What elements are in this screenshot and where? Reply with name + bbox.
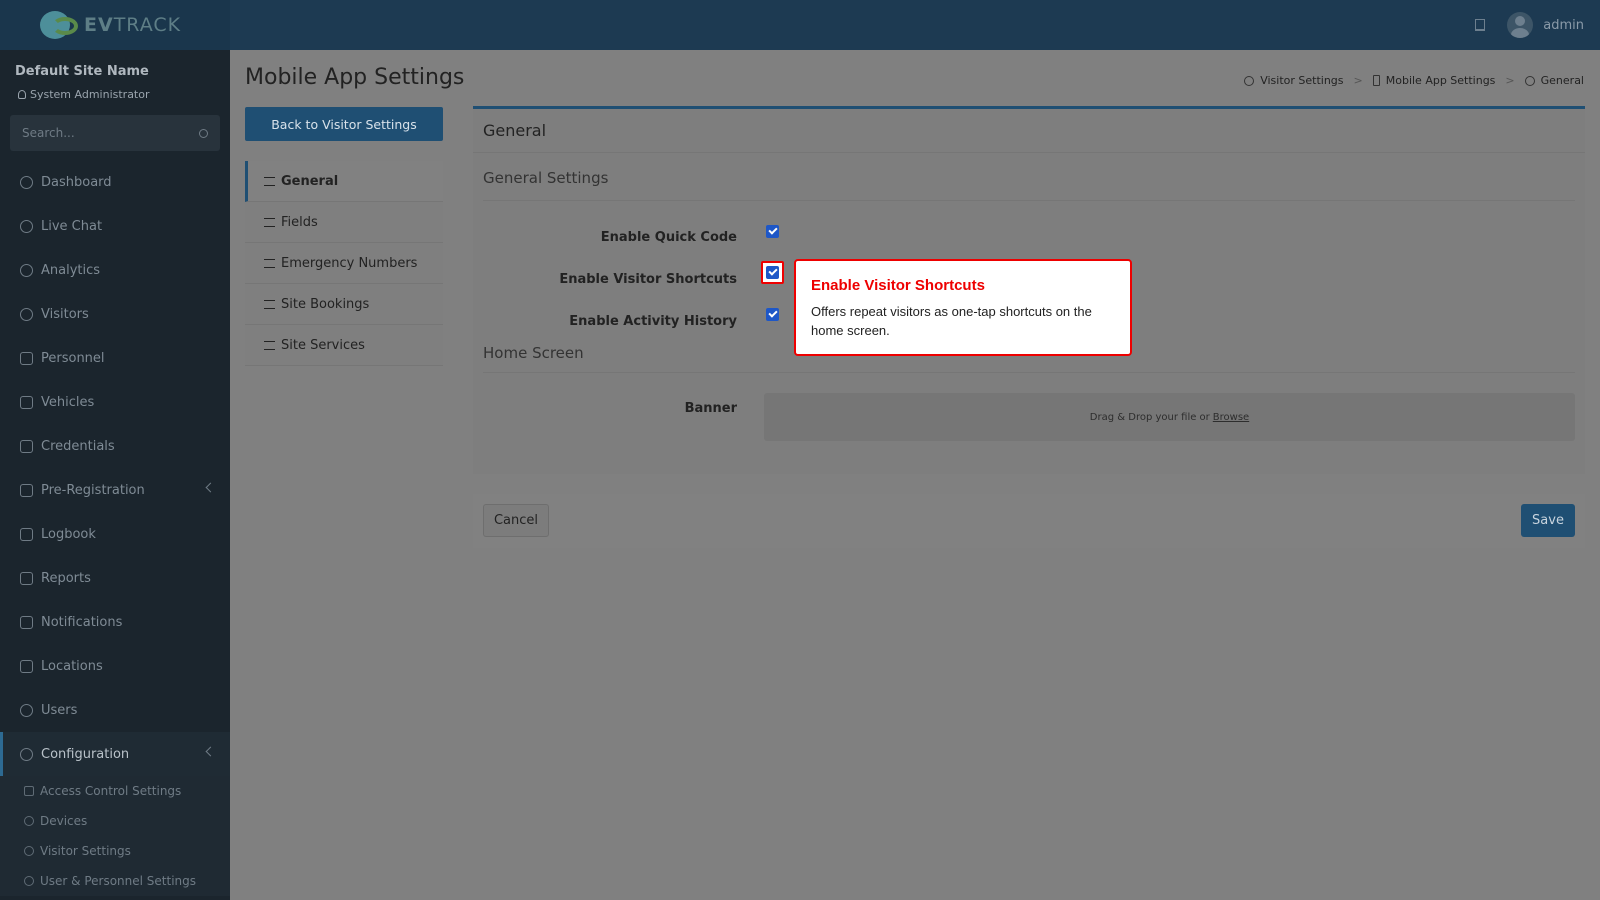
calendar-icon — [264, 299, 275, 309]
personnel-icon — [20, 351, 33, 365]
configuration-submenu: Access Control Settings Devices Visitor … — [0, 776, 230, 896]
breadcrumb-general: General — [1540, 74, 1584, 87]
form-actions: Cancel Save — [473, 494, 1585, 548]
search-input[interactable] — [22, 126, 182, 140]
label-banner: Banner — [684, 401, 737, 416]
chevron-left-icon — [205, 746, 216, 757]
tooltip-enable-visitor-shortcuts: Enable Visitor Shortcuts Offers repeat v… — [794, 259, 1132, 356]
logo-text: EVTRACK — [84, 14, 182, 36]
label-enable-activity-history: Enable Activity History — [569, 314, 737, 329]
sidebar: Default Site Name System Administrator D… — [0, 50, 230, 900]
checkbox-enable-activity-history[interactable] — [766, 308, 779, 321]
sidebar-item-notifications[interactable]: Notifications — [0, 600, 230, 644]
user-menu[interactable]: admin — [1507, 12, 1584, 38]
vehicle-icon — [20, 395, 33, 409]
divider — [483, 200, 1575, 201]
sidebar-subitem-visitor-settings[interactable]: Visitor Settings — [0, 836, 230, 866]
checkbox-enable-visitor-shortcuts[interactable] — [766, 266, 779, 279]
building-icon[interactable] — [1475, 19, 1486, 31]
sidebar-search — [10, 115, 220, 151]
browse-link[interactable]: Browse — [1213, 412, 1249, 423]
lock-icon — [24, 786, 34, 796]
cancel-button[interactable]: Cancel — [483, 504, 549, 537]
user-role: System Administrator — [18, 88, 150, 101]
users-icon — [24, 876, 34, 886]
sidebar-item-visitors[interactable]: Visitors — [0, 292, 230, 336]
bell-icon — [264, 340, 275, 350]
site-name: Default Site Name — [15, 64, 149, 79]
avatar — [1507, 12, 1534, 38]
logo[interactable]: EVTRACK — [0, 0, 230, 50]
user-name: admin — [1543, 17, 1584, 33]
breadcrumb-separator: > — [1353, 74, 1363, 87]
sidebar-item-credentials[interactable]: Credentials — [0, 424, 230, 468]
devices-icon — [24, 816, 34, 826]
sidebar-item-dashboard[interactable]: Dashboard — [0, 160, 230, 204]
breadcrumb: Visitor Settings > Mobile App Settings >… — [1244, 74, 1584, 87]
logbook-icon — [20, 527, 33, 541]
gear-icon — [20, 747, 33, 761]
reports-icon — [20, 571, 33, 585]
tab-site-bookings[interactable]: Site Bookings — [245, 284, 443, 325]
save-button[interactable]: Save — [1521, 504, 1575, 537]
search-icon[interactable] — [199, 128, 208, 138]
credentials-icon — [20, 439, 33, 453]
tab-site-services[interactable]: Site Services — [245, 325, 443, 366]
sidebar-item-analytics[interactable]: Analytics — [0, 248, 230, 292]
arrows-icon — [20, 483, 33, 497]
divider — [483, 372, 1575, 373]
sidebar-item-reports[interactable]: Reports — [0, 556, 230, 600]
section-title-home-screen: Home Screen — [483, 344, 584, 362]
phone-icon — [1372, 75, 1380, 86]
tab-fields[interactable]: Fields — [245, 202, 443, 243]
label-enable-visitor-shortcuts: Enable Visitor Shortcuts — [559, 272, 737, 287]
tab-general[interactable]: General — [245, 161, 443, 202]
tooltip-body: Offers repeat visitors as one-tap shortc… — [811, 304, 1092, 338]
eye-icon — [1244, 75, 1255, 86]
breadcrumb-separator: > — [1505, 74, 1515, 87]
eye-icon — [24, 846, 34, 856]
gear-icon — [1524, 75, 1535, 86]
sidebar-subitem-access-control[interactable]: Access Control Settings — [0, 776, 230, 806]
locations-icon — [20, 659, 33, 673]
sidebar-item-locations[interactable]: Locations — [0, 644, 230, 688]
sidebar-item-personnel[interactable]: Personnel — [0, 336, 230, 380]
banner-dropzone[interactable]: Drag & Drop your file or Browse — [764, 393, 1575, 441]
checklist-icon — [264, 217, 275, 227]
notifications-icon — [20, 615, 33, 629]
users-icon — [20, 703, 33, 717]
top-bar: EVTRACK admin — [0, 0, 1600, 50]
checkbox-enable-quick-code[interactable] — [766, 225, 779, 238]
label-enable-quick-code: Enable Quick Code — [600, 230, 737, 245]
phone-icon — [264, 258, 275, 268]
analytics-icon — [20, 263, 33, 277]
eye-icon — [20, 307, 33, 321]
sidebar-nav: Dashboard Live Chat Analytics Visitors P… — [0, 160, 230, 896]
sidebar-item-live-chat[interactable]: Live Chat — [0, 204, 230, 248]
panel-title: General — [483, 121, 547, 140]
sidebar-item-vehicles[interactable]: Vehicles — [0, 380, 230, 424]
sidebar-item-logbook[interactable]: Logbook — [0, 512, 230, 556]
dashboard-icon — [20, 175, 33, 189]
headset-icon — [20, 219, 33, 233]
sidebar-item-pre-registration[interactable]: Pre-Registration — [0, 468, 230, 512]
sidebar-item-configuration[interactable]: Configuration — [0, 732, 230, 776]
breadcrumb-mobile-app-settings[interactable]: Mobile App Settings — [1386, 74, 1496, 87]
page-title: Mobile App Settings — [245, 65, 465, 90]
sidebar-subitem-user-personnel[interactable]: User & Personnel Settings — [0, 866, 230, 896]
breadcrumb-visitor-settings[interactable]: Visitor Settings — [1260, 74, 1343, 87]
chevron-left-icon — [205, 482, 216, 493]
tooltip-title: Enable Visitor Shortcuts — [811, 277, 985, 294]
sidebar-item-users[interactable]: Users — [0, 688, 230, 732]
back-to-visitor-settings-button[interactable]: Back to Visitor Settings — [245, 107, 443, 141]
section-title-general-settings: General Settings — [483, 169, 609, 187]
sliders-icon — [264, 176, 275, 186]
user-icon — [18, 90, 26, 99]
settings-tabs: General Fields Emergency Numbers Site Bo… — [245, 161, 443, 366]
globe-logo-icon — [38, 9, 82, 41]
tab-emergency-numbers[interactable]: Emergency Numbers — [245, 243, 443, 284]
sidebar-subitem-devices[interactable]: Devices — [0, 806, 230, 836]
divider — [473, 152, 1585, 153]
